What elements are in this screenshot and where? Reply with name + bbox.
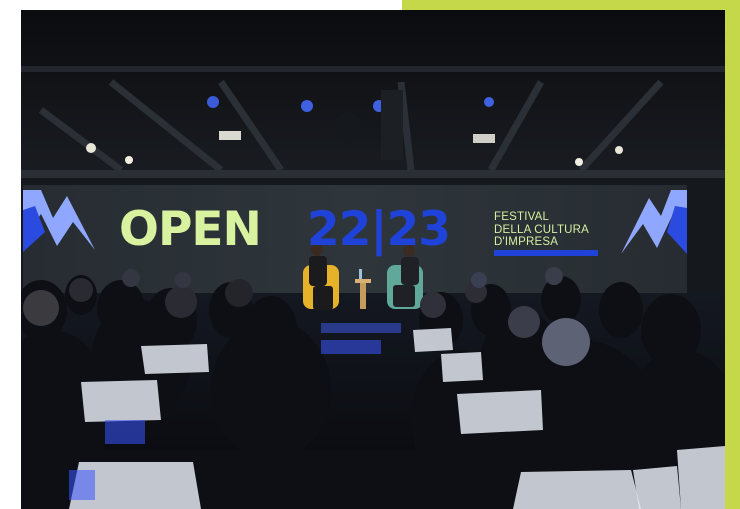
ceiling-beam: [21, 66, 725, 72]
stage-edge: [321, 323, 401, 333]
festival-line: FESTIVAL: [494, 211, 550, 223]
screen-wordmark: OPEN: [119, 202, 262, 257]
festival-line: DELLA CULTURA: [494, 223, 590, 236]
side-table: [355, 279, 371, 283]
water-bottle: [359, 269, 362, 279]
event-scene: [21, 10, 725, 509]
screen-edition: 22|23: [307, 202, 451, 257]
screen-festival-title: FESTIVAL DELLA CULTURA D'IMPRESA: [494, 211, 614, 249]
top-accent-bar: [402, 0, 740, 10]
festival-underline: [494, 250, 598, 256]
side-table-leg: [360, 283, 366, 309]
event-photo: OPEN 22|23 FESTIVAL DELLA CULTURA D'IMPR…: [21, 10, 725, 509]
ceiling-beam-2: [21, 170, 725, 178]
right-accent-bar: [725, 0, 740, 509]
festival-line: D'IMPRESA: [494, 236, 559, 248]
